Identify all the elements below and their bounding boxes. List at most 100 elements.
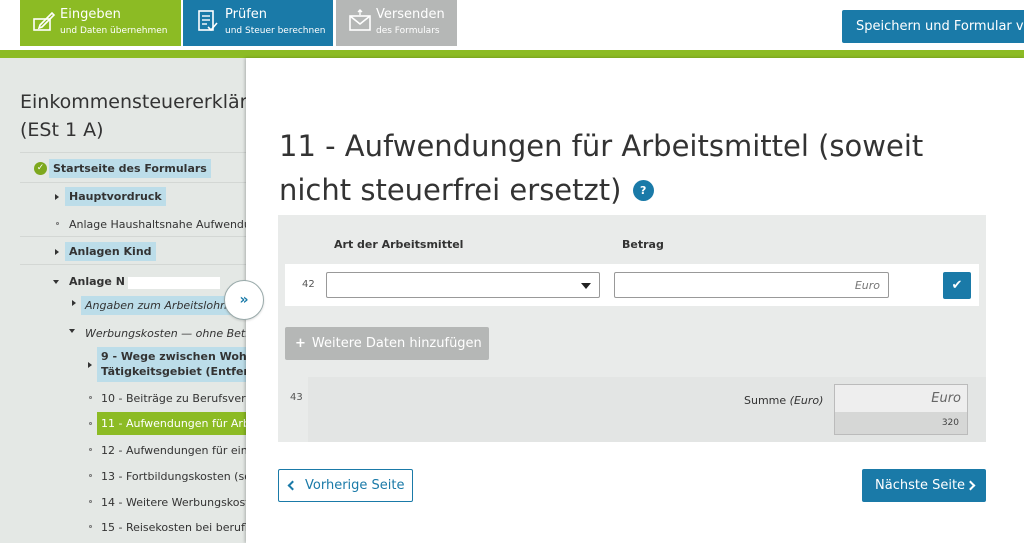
progress-divider [0,50,1024,58]
bullet-icon [89,525,92,528]
sidebar-item-label-line2: Tätigkeitsgebiet (Entfernungspauschale) [101,365,246,378]
checkmark-icon: ✔ [951,278,963,293]
sidebar-item-werbungskosten[interactable]: Werbungskosten — ohne Beträge [81,324,246,343]
sidebar-item-label: 12 - Aufwendungen für ein Arbeitszimmer [101,444,246,457]
sidebar-navigation: Einkommensteuererklärung (ESt 1 A) ✓ Sta… [0,58,246,543]
sidebar-item-hauptvordruck[interactable]: Hauptvordruck [65,187,166,206]
sidebar-item-label: Angaben zum Arbeitslohn [81,296,232,315]
next-page-button[interactable]: Nächste Seite [862,469,986,502]
bullet-icon [89,396,92,399]
line-number: 43 [290,392,303,403]
add-more-data-button[interactable]: + Weitere Daten hinzufügen [285,327,489,360]
sidebar-item-arbeitslohn[interactable]: Angaben zum Arbeitslohn [81,296,232,315]
sidebar-item-label: Hauptvordruck [65,187,166,206]
sidebar-item-weitere-werbungskosten[interactable]: 14 - Weitere Werbungskosten [97,493,246,512]
bullet-icon [89,448,92,451]
step-eingeben-tab[interactable]: Eingeben und Daten übernehmen [20,0,181,46]
next-page-label: Nächste Seite [875,478,966,493]
step-pruefen-title: Prüfen [225,7,268,22]
step-versenden-tab[interactable]: Versenden des Formulars [336,0,457,46]
edit-form-icon [33,11,56,31]
expand-arrow-icon[interactable] [72,300,76,306]
check-circle-icon: ✓ [34,162,47,175]
save-and-exit-button[interactable]: Speichern und Formular verlassen [842,10,1024,43]
sum-label-text: Summe [744,394,787,407]
expand-arrow-icon[interactable] [88,362,92,368]
sidebar-item-anlagen-kind[interactable]: Anlagen Kind [65,242,156,261]
step-eingeben-subtitle: und Daten übernehmen [60,26,168,36]
sidebar-item-fortbildung[interactable]: 13 - Fortbildungskosten (soweit nicht st… [97,467,246,486]
bullet-icon [56,222,59,225]
column-header-betrag: Betrag [622,238,664,251]
art-der-arbeitsmittel-select[interactable] [326,272,600,298]
sidebar-item-label: Startseite des Formulars [49,159,211,178]
sidebar-item-label: 9 - Wege zwischen Wohnung und Tätigkeits… [97,347,246,382]
double-chevron-right-icon: » [239,292,249,308]
sidebar-item-label: 11 - Aufwendungen für Arbeitsmittel [97,412,246,435]
sidebar-item-label-line1: 9 - Wege zwischen Wohnung und [101,350,246,363]
sidebar-item-arbeitsmittel[interactable]: 11 - Aufwendungen für Arbeitsmittel [97,412,246,435]
sum-value: 320 [835,412,967,434]
page-title-text: 11 - Aufwendungen für Arbeitsmittel (sow… [279,129,924,207]
sidebar-item-label: Anlage Haushaltsnahe Aufwendungen [69,218,246,231]
checklist-icon [198,10,218,32]
page-title: 11 - Aufwendungen für Arbeitsmittel (sow… [279,124,999,212]
chevron-down-icon [581,283,591,289]
bullet-icon [89,422,92,425]
sidebar-divider [20,236,246,237]
step-pruefen-tab[interactable]: Prüfen und Steuer berechnen [183,0,333,46]
sum-row: Summe (Euro) Euro 320 [308,377,986,442]
redacted-area [128,277,220,289]
collapse-arrow-icon[interactable] [53,280,59,284]
sidebar-item-label: 13 - Fortbildungskosten (soweit nicht st… [101,470,246,483]
previous-page-button[interactable]: Vorherige Seite [278,469,413,502]
confirm-row-button[interactable]: ✔ [943,272,971,299]
plus-icon: + [295,336,306,351]
add-more-data-label: Weitere Daten hinzufügen [311,336,482,351]
sidebar-item-label: Anlagen Kind [65,242,156,261]
step-versenden-title: Versenden [376,7,445,22]
sidebar-item-haushaltsnahe[interactable]: Anlage Haushaltsnahe Aufwendungen [65,215,246,234]
step-pruefen-subtitle: und Steuer berechnen [225,26,326,36]
chevron-left-icon [287,480,298,491]
column-header-art: Art der Arbeitsmittel [334,238,464,251]
sidebar-item-label: Werbungskosten — ohne Beträge [85,327,246,340]
bullet-icon [89,474,92,477]
arbeitsmittel-table: Art der Arbeitsmittel Betrag 42 Euro ✔ +… [278,215,986,442]
sidebar-item-label: Anlage N [69,275,125,288]
expand-arrow-icon[interactable] [55,249,59,255]
envelope-icon [349,9,371,31]
sidebar-item-berufsverbaende[interactable]: 10 - Beiträge zu Berufsverbänden [97,389,246,408]
step-eingeben-title: Eingeben [60,7,121,22]
expand-arrow-icon[interactable] [55,194,59,200]
sidebar-item-label: 14 - Weitere Werbungskosten [101,496,246,509]
line-number: 42 [302,279,315,290]
sum-field: Euro 320 [834,384,968,435]
help-icon[interactable]: ? [632,179,654,201]
sidebar-toggle-button[interactable]: » [224,280,264,320]
sidebar-item-reisekosten[interactable]: 15 - Reisekosten bei beruflich veranlass… [97,518,246,537]
form-title: Einkommensteuererklärung (ESt 1 A) [20,88,246,144]
sidebar-item-wege[interactable]: 9 - Wege zwischen Wohnung und Tätigkeits… [97,347,246,382]
sidebar-item-arbeitszimmer[interactable]: 12 - Aufwendungen für ein Arbeitszimmer [97,441,246,460]
bullet-icon [89,500,92,503]
betrag-unit: Euro [854,279,880,292]
chevron-right-icon [965,480,976,491]
form-title-line2: (ESt 1 A) [20,119,104,141]
sidebar-item-label: 15 - Reisekosten bei beruflich veranlass… [101,521,246,534]
form-title-line1: Einkommensteuererklärung [20,91,246,113]
sum-label: Summe (Euro) [744,394,823,407]
sidebar-item-startseite[interactable]: Startseite des Formulars [49,159,211,178]
sum-unit: Euro [931,391,961,406]
top-bar: Eingeben und Daten übernehmen Prüfen und… [0,0,1024,50]
sidebar-item-anlage-n[interactable]: Anlage N [65,272,129,291]
sum-label-unit: (Euro) [789,394,824,407]
table-row: 42 Euro ✔ [285,264,979,306]
sidebar-divider [20,152,246,153]
sidebar-divider [20,264,246,265]
betrag-input[interactable]: Euro [614,272,889,298]
previous-page-label: Vorherige Seite [305,478,405,493]
collapse-arrow-icon[interactable] [69,329,75,333]
step-versenden-subtitle: des Formulars [376,26,440,36]
main-content: 11 - Aufwendungen für Arbeitsmittel (sow… [246,58,1024,543]
